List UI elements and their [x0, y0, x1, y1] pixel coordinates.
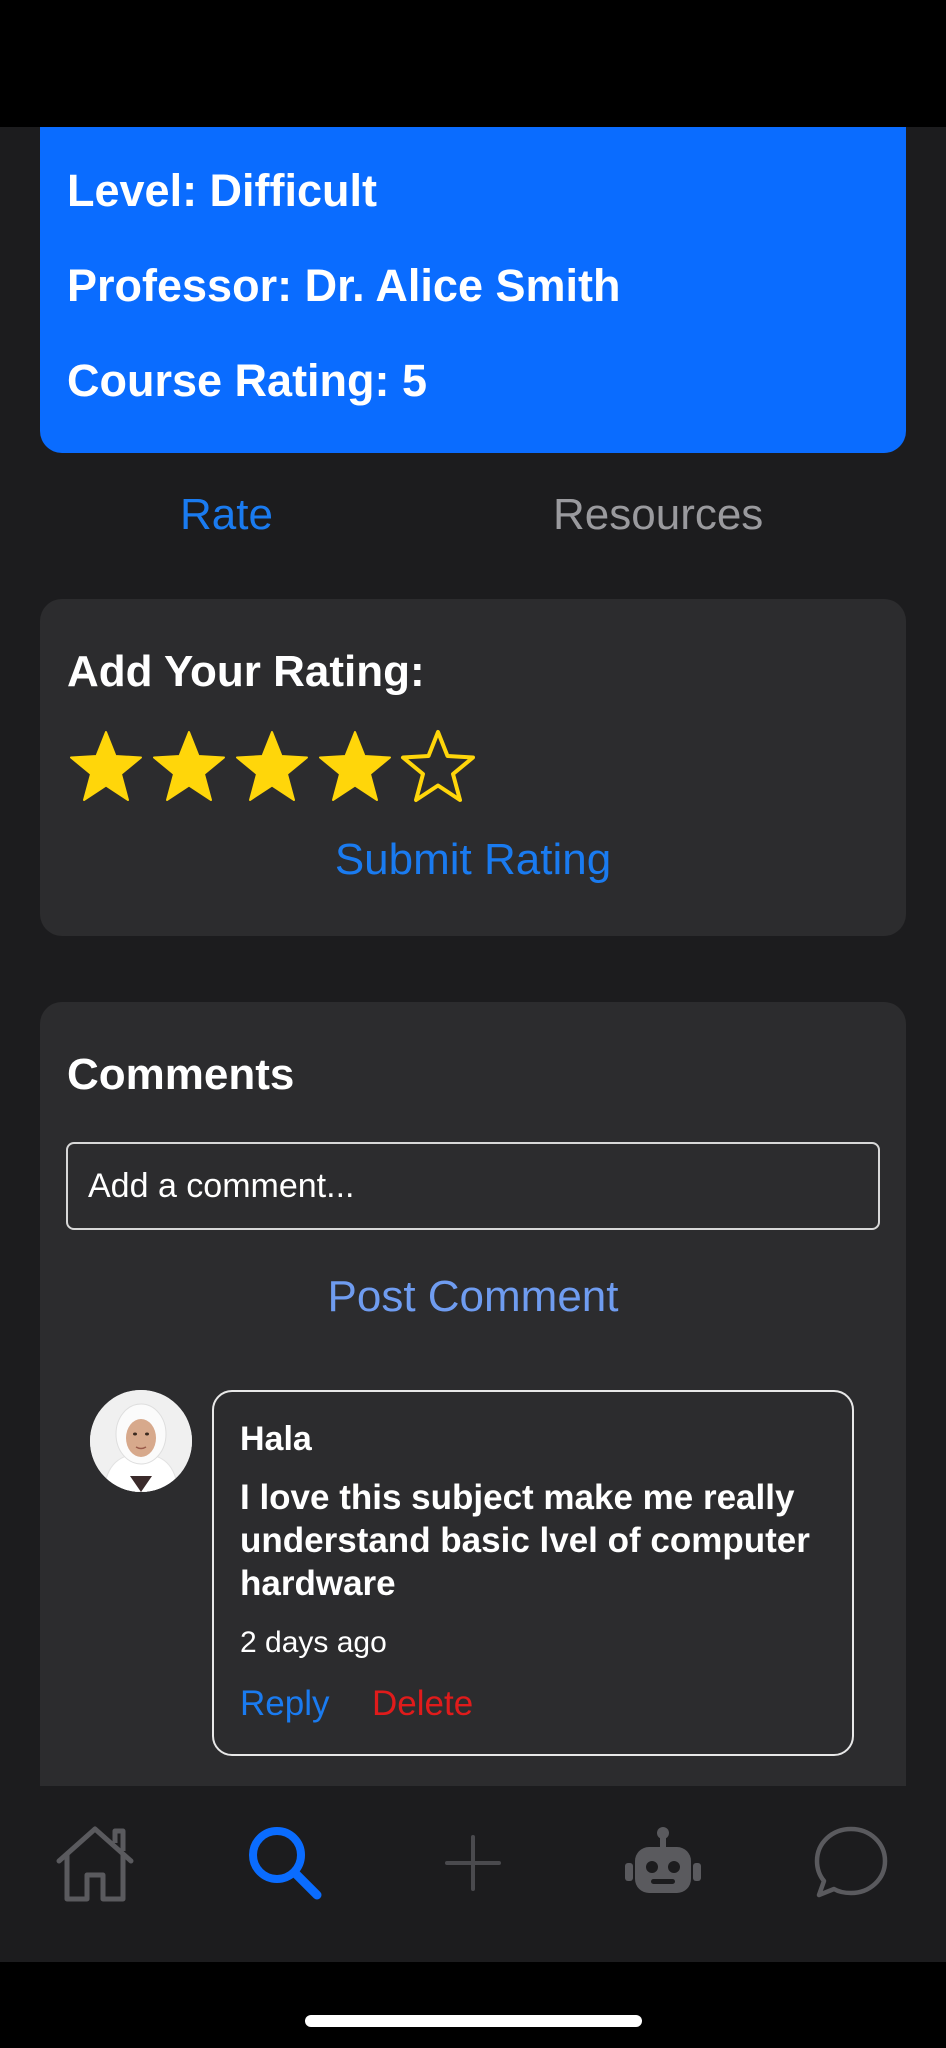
course-info-card: Level: Difficult Professor: Dr. Alice Sm…: [40, 127, 906, 453]
chat-bubble-icon: [814, 1826, 888, 1898]
rating-title: Add Your Rating:: [67, 647, 425, 696]
course-level: Level: Difficult: [67, 165, 378, 216]
star-filled-icon[interactable]: [151, 729, 227, 805]
home-icon: [56, 1826, 134, 1902]
comment-text: I love this subject make me really under…: [240, 1478, 810, 1603]
star-filled-icon[interactable]: [234, 729, 310, 805]
bottom-safe-area: [0, 1962, 946, 2048]
bottom-tab-bar: [0, 1786, 946, 1962]
avatar: [90, 1390, 192, 1492]
tab-resources[interactable]: Resources: [553, 490, 763, 540]
robot-icon: [625, 1827, 701, 1893]
comment-timestamp: 2 days ago: [240, 1626, 387, 1659]
nav-bot[interactable]: [618, 1818, 708, 1908]
star-empty-icon[interactable]: [400, 729, 476, 805]
nav-search[interactable]: [240, 1818, 330, 1908]
comment-author: Hala: [240, 1420, 312, 1458]
comment-item: Hala I love this subject make me really …: [212, 1390, 854, 1756]
comment-input[interactable]: Add a comment...: [66, 1142, 880, 1230]
course-rating: Course Rating: 5: [67, 355, 428, 406]
reply-button[interactable]: Reply: [240, 1684, 329, 1724]
post-comment-button[interactable]: Post Comment: [40, 1272, 906, 1322]
submit-rating-button[interactable]: Submit Rating: [40, 835, 906, 885]
course-professor: Professor: Dr. Alice Smith: [67, 260, 621, 311]
star-rating: [68, 729, 488, 809]
search-icon: [249, 1827, 322, 1900]
home-indicator[interactable]: [305, 2015, 642, 2027]
nav-chat[interactable]: [806, 1818, 896, 1908]
star-filled-icon[interactable]: [317, 729, 393, 805]
rating-card: Add Your Rating: Submit Rating: [40, 599, 906, 936]
comments-card: Comments Add a comment... Post Comment H…: [40, 1002, 906, 1802]
comments-title: Comments: [67, 1050, 295, 1099]
plus-icon: [445, 1835, 501, 1891]
nav-add[interactable]: [428, 1818, 518, 1908]
delete-button[interactable]: Delete: [372, 1684, 473, 1724]
star-filled-icon[interactable]: [68, 729, 144, 805]
segment-tabs: Rate Resources: [0, 490, 946, 560]
nav-home[interactable]: [50, 1818, 140, 1908]
status-bar: [0, 0, 946, 127]
tab-rate[interactable]: Rate: [180, 490, 273, 540]
